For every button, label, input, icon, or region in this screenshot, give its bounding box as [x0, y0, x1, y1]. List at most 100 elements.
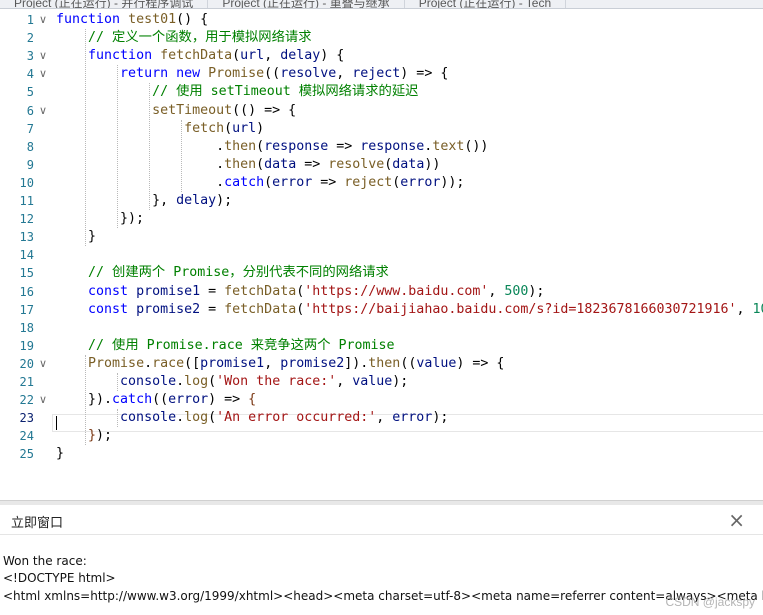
indent-guide: [116, 65, 118, 229]
code-line[interactable]: 20 ∨ Promise.race([promise1, promise2]).t…: [0, 355, 763, 373]
code-line[interactable]: 19 // 使用 Promise.race 来竞争这两个 Promise: [0, 337, 763, 355]
line-number: 24: [19, 429, 34, 444]
code-line[interactable]: 13 }: [0, 228, 763, 246]
code-token: ]).: [344, 355, 369, 371]
code-token: }: [56, 446, 65, 462]
code-token: return: [120, 66, 177, 82]
code-token: (: [224, 120, 233, 136]
code-text: const promise1 = fetchData('https://www.…: [56, 283, 544, 301]
code-token: url: [232, 120, 257, 136]
code-token: (: [256, 156, 265, 172]
document-tab[interactable]: Project (正在运行) - 并行程序调试: [0, 0, 209, 8]
fold-chevron-icon[interactable]: ∨: [37, 102, 49, 120]
code-text: }: [56, 228, 96, 246]
code-text: // 使用 Promise.race 来竞争这两个 Promise: [56, 337, 395, 355]
code-line[interactable]: 17 const promise2 = fetchData('https://b…: [0, 301, 763, 319]
code-token: race: [152, 355, 185, 371]
code-line[interactable]: 2 // 定义一个函数，用于模拟网络请求: [0, 29, 763, 47]
code-token: );: [528, 283, 545, 299]
code-token: setTimeout: [152, 102, 233, 118]
document-tab[interactable]: Project (正在运行) - Tech: [405, 0, 567, 8]
fold-chevron-icon[interactable]: ∨: [37, 65, 49, 83]
fold-chevron-icon[interactable]: ∨: [37, 47, 49, 65]
indent-guide: [84, 29, 86, 247]
code-token: ) {: [320, 48, 345, 64]
code-line[interactable]: 9 .then(data => resolve(data)): [0, 156, 763, 174]
document-tab[interactable]: Project (正在运行) - 重叠与继承: [208, 0, 405, 8]
code-line[interactable]: 6 ∨ setTimeout(() => {: [0, 102, 763, 120]
code-text: console.log('Won the race:', value);: [56, 373, 408, 391]
code-token: 'https://www.baidu.com': [304, 283, 489, 299]
code-token: ,: [488, 283, 505, 299]
code-line[interactable]: 18: [0, 319, 763, 337]
code-token: );: [216, 193, 233, 208]
code-token: ) =>: [208, 392, 249, 408]
code-token: resolve: [328, 156, 385, 172]
code-line[interactable]: 12 });: [0, 210, 763, 228]
code-token: catch: [224, 174, 265, 190]
code-token: url: [240, 48, 265, 64]
line-number: 19: [19, 338, 34, 353]
code-token: text: [432, 138, 465, 154]
code-line[interactable]: 16 const promise1 = fetchData('https://w…: [0, 283, 763, 301]
code-text: const promise2 = fetchData('https://baij…: [56, 301, 763, 319]
code-token: test01: [128, 12, 177, 27]
panel-splitter[interactable]: [0, 500, 763, 505]
code-token: 500: [504, 283, 529, 299]
code-token: {: [248, 392, 257, 408]
code-line[interactable]: 22 ∨ }).catch((error) => {: [0, 391, 763, 409]
code-token: );: [432, 410, 449, 426]
close-icon[interactable]: ×: [728, 508, 745, 532]
code-token: 1000: [752, 301, 763, 317]
code-token: delay: [280, 48, 321, 64]
code-token: promise2: [280, 355, 345, 371]
code-line[interactable]: 7 fetch(url): [0, 120, 763, 138]
code-line[interactable]: 3 ∨ function fetchData(url, delay) {: [0, 47, 763, 65]
code-line[interactable]: 4 ∨ return new Promise((resolve, reject) …: [0, 65, 763, 83]
immediate-window-output[interactable]: Won the race: <!DOCTYPE html> <html xmln…: [0, 536, 763, 615]
code-line[interactable]: 24 });: [0, 427, 763, 445]
code-line[interactable]: 14: [0, 246, 763, 264]
code-text: // 使用 setTimeout 模拟网络请求的延迟: [56, 83, 418, 101]
code-line[interactable]: 8 .then(response => response.text()): [0, 138, 763, 156]
code-line[interactable]: 10 .catch(error => reject(error));: [0, 174, 763, 192]
code-token: error: [168, 392, 209, 408]
code-text: // 定义一个函数，用于模拟网络请求: [56, 29, 311, 47]
code-token: reject: [352, 66, 401, 82]
code-token: (: [208, 374, 217, 389]
code-line[interactable]: 15 // 创建两个 Promise，分别代表不同的网络请求: [0, 264, 763, 282]
code-line[interactable]: 21 console.log('Won the race:', value);: [0, 373, 763, 391]
code-editor[interactable]: 1 ∨ function test01() {2 // 定义一个函数，用于模拟网络请…: [0, 9, 763, 490]
line-number: 10: [19, 175, 34, 190]
code-token: resolve: [280, 66, 337, 82]
code-text: }, delay);: [56, 192, 232, 210]
code-token: ((: [264, 66, 281, 82]
code-token: fetchData: [160, 48, 233, 64]
code-line[interactable]: 11 }, delay);: [0, 192, 763, 210]
fold-chevron-icon[interactable]: ∨: [37, 11, 49, 29]
code-text: Promise.race([promise1, promise2]).then(…: [56, 355, 504, 373]
line-number: 3: [26, 49, 34, 64]
code-token: ([: [184, 355, 201, 371]
code-token: ) => {: [400, 66, 449, 82]
fold-chevron-icon[interactable]: ∨: [37, 355, 49, 373]
code-token: then: [224, 156, 257, 172]
code-text: .then(response => response.text()): [56, 138, 488, 156]
line-number: 5: [26, 85, 34, 100]
code-token: const: [88, 283, 137, 299]
code-text: .then(data => resolve(data)): [56, 156, 440, 174]
code-text: setTimeout(() => {: [56, 102, 296, 120]
line-number: 9: [26, 157, 34, 172]
code-line[interactable]: 5 // 使用 setTimeout 模拟网络请求的延迟: [0, 83, 763, 101]
code-line[interactable]: 23 console.log('An error occurred:', err…: [0, 409, 763, 427]
code-token: });: [56, 211, 145, 227]
code-line[interactable]: 25}: [0, 445, 763, 463]
code-token: reject: [344, 174, 393, 190]
code-token: ) => {: [456, 355, 505, 371]
line-number: 6: [26, 103, 34, 118]
code-line[interactable]: 1 ∨ function test01() {: [0, 11, 763, 29]
code-token: value: [352, 374, 393, 389]
fold-chevron-icon[interactable]: ∨: [37, 391, 49, 409]
